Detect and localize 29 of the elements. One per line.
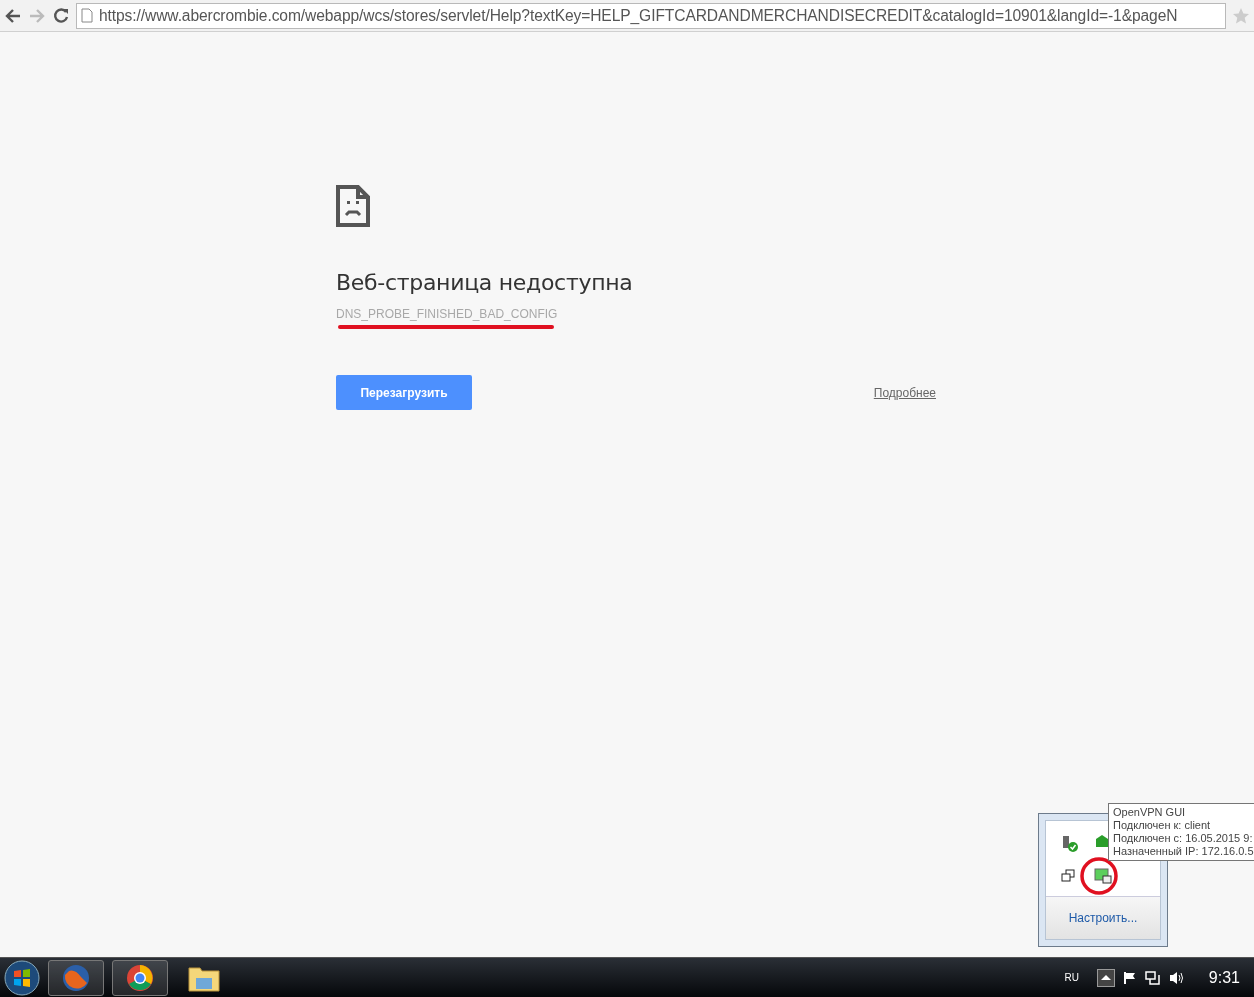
show-hidden-icons-button[interactable] (1096, 968, 1115, 987)
taskbar-button[interactable] (48, 959, 104, 996)
error-title: Веб-страница недоступна (336, 270, 633, 295)
star-icon[interactable] (1232, 6, 1250, 25)
fox-globe-icon (61, 962, 91, 993)
highlight-circle (1079, 856, 1119, 896)
reload-icon[interactable] (52, 6, 70, 25)
windows-stack-icon[interactable] (1061, 869, 1075, 883)
monitor-lock-icon[interactable] (1094, 868, 1112, 884)
customize-link[interactable]: Настроить... (1068, 911, 1138, 925)
tooltip-line: Подключен с: 16.05.2015 9: (1113, 832, 1254, 845)
error-code: DNS_PROBE_FINISHED_BAD_CONFIG (336, 307, 558, 321)
network-icon[interactable] (1144, 969, 1161, 986)
clock[interactable]: 9:31 (1208, 968, 1240, 987)
usb-check-icon[interactable] (1061, 836, 1079, 852)
tooltip-line: Назначенный IP: 172.16.0.5 (1113, 845, 1254, 858)
flag-icon[interactable] (1122, 970, 1137, 985)
back-icon[interactable] (4, 7, 22, 24)
language-indicator[interactable]: RU (1064, 972, 1079, 983)
speaker-icon[interactable] (1168, 969, 1185, 986)
colored-circle-icon (125, 962, 155, 993)
sad-page-icon (336, 185, 370, 227)
start-button[interactable] (4, 959, 40, 996)
details-link[interactable]: Подробнее (873, 385, 936, 400)
taskbar-button[interactable] (112, 959, 168, 996)
tooltip-line: OpenVPN GUI (1113, 806, 1187, 819)
address-bar[interactable]: https://www.abercrombie.com/webapp/wcs/stores/servlet/Help?textKey=HELP_GIFTCARDANDMERCHANDISECREDIT&catalogId=10901&langId=-1&pageN (76, 2, 1226, 29)
page-icon (81, 8, 93, 23)
tooltip-line: Подключен к: client (1113, 819, 1212, 832)
